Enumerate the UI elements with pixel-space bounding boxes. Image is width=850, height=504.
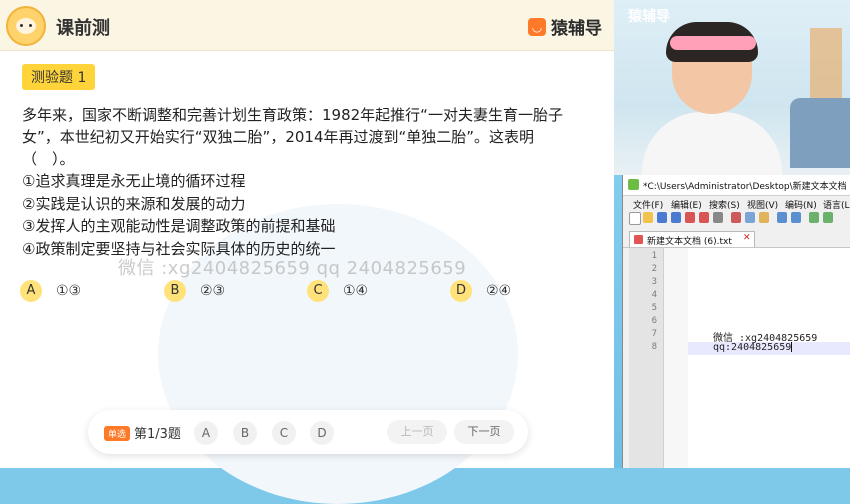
menu-search[interactable]: 搜索(S) (709, 198, 740, 211)
choice-b[interactable]: B ②③ (164, 280, 225, 302)
choice-a[interactable]: A ①③ (20, 280, 81, 302)
save-all-icon[interactable] (671, 212, 681, 223)
text-caret (791, 342, 793, 352)
teacher-hairband (670, 36, 756, 50)
tab-label: 新建文本文档 (6).txt (647, 237, 732, 247)
menu-view[interactable]: 视图(V) (747, 198, 778, 211)
save-icon[interactable] (657, 212, 667, 223)
line-number: 1 (651, 251, 657, 261)
statement-item: ②实践是认识的来源和发展的动力 (22, 194, 246, 213)
code-line-8-text: qq:2404825659 (713, 342, 792, 353)
choice-text: ②④ (486, 283, 512, 299)
text-editor-window: *C:\Users\Administrator\Desktop\新建文本文档 (… (622, 175, 850, 468)
statement-list: ①追求真理是永无止境的循环过程 ②实践是认识的来源和发展的动力 ③发挥人的主观能… (22, 170, 335, 260)
choice-letter: B (164, 280, 186, 302)
yuan-logo-icon: ◡ (528, 17, 546, 36)
quiz-panel: 课前测 ◡ 猿辅导 测验题 1 多年来，国家不断调整和完善计划生育政策：1982… (0, 0, 614, 504)
replace-icon[interactable] (823, 212, 833, 223)
background-shelf (810, 28, 842, 108)
menu-language[interactable]: 语言(L (823, 198, 850, 211)
answer-button-b[interactable]: B (233, 421, 257, 445)
watermark-text: 微信 :xg2404825659 qq 2404825659 (118, 258, 467, 279)
question-text: 多年来，国家不断调整和完善计划生育政策：1982年起推行“一对夫妻生育一胎子女”… (22, 106, 563, 168)
question-card: 测验题 1 多年来，国家不断调整和完善计划生育政策：1982年起推行“一对夫妻生… (8, 54, 606, 504)
choice-text: ②③ (200, 283, 226, 299)
menu-file[interactable]: 文件(F) (633, 198, 663, 211)
copy-icon[interactable] (745, 212, 755, 223)
answer-button-c[interactable]: C (272, 421, 296, 445)
new-file-icon[interactable] (629, 212, 641, 225)
next-page-button[interactable]: 下一页 (454, 420, 514, 444)
editor-tab-bar: 新建文本文档 (6).txt ✕ (623, 230, 850, 248)
teacher-body (642, 112, 782, 175)
mascot-avatar-icon (6, 6, 46, 46)
cut-icon[interactable] (731, 212, 741, 223)
close-tab-icon[interactable]: ✕ (743, 233, 751, 243)
find-icon[interactable] (809, 212, 819, 223)
unsaved-file-icon (634, 235, 643, 244)
question-type-badge: 单选 (104, 426, 131, 441)
brand-name: 猿辅导 (551, 19, 602, 39)
answer-button-a[interactable]: A (194, 421, 218, 445)
page-title: 课前测 (56, 18, 110, 39)
quiz-header: 课前测 ◡ 猿辅导 (0, 0, 614, 51)
redo-icon[interactable] (791, 212, 801, 223)
editor-title: *C:\Users\Administrator\Desktop\新建文本文档 ( (643, 182, 850, 192)
line-number: 5 (651, 303, 657, 313)
open-file-icon[interactable] (643, 212, 653, 223)
line-number: 8 (651, 342, 657, 352)
editor-toolbar (627, 212, 849, 226)
choice-c[interactable]: C ①④ (307, 280, 368, 302)
editor-menu-bar: 文件(F) 编辑(E) 搜索(S) 视图(V) 编码(N) 语言(L (623, 195, 850, 211)
choice-letter: D (450, 280, 472, 302)
line-number-gutter: 1 2 3 4 5 6 7 8 (629, 248, 664, 468)
code-line-8: qq:2404825659 (713, 342, 793, 353)
paste-icon[interactable] (759, 212, 769, 223)
video-logo: 猿辅导 (628, 9, 670, 25)
choice-letter: C (307, 280, 329, 302)
menu-edit[interactable]: 编辑(E) (671, 198, 702, 211)
editor-text-area[interactable]: 1 2 3 4 5 6 7 8 微信 :xg2404825659 qq:2404… (629, 248, 850, 468)
undo-icon[interactable] (777, 212, 787, 223)
choice-letter: A (20, 280, 42, 302)
teacher-video: 猿辅导 (614, 0, 850, 175)
print-icon[interactable] (713, 212, 723, 223)
prev-page-button[interactable]: 上一页 (387, 420, 447, 444)
answer-bar: 单选 第1/3题 A B C D 上一页 下一页 (88, 410, 528, 454)
answer-button-d[interactable]: D (310, 421, 334, 445)
brand: ◡ 猿辅导 (528, 14, 602, 39)
choice-text: ①④ (343, 283, 369, 299)
statement-item: ①追求真理是永无止境的循环过程 (22, 172, 246, 190)
fold-margin (664, 248, 688, 468)
question-tag: 测验题 1 (22, 64, 96, 90)
tab-new-text-document[interactable]: 新建文本文档 (6).txt ✕ (629, 231, 755, 247)
notepad-app-icon (628, 179, 639, 190)
line-number: 7 (651, 329, 657, 339)
line-number: 3 (651, 277, 657, 287)
close-file-icon[interactable] (685, 212, 695, 223)
statement-item: ③发挥人的主观能动性是调整政策的前提和基础 (22, 217, 336, 235)
choice-list: A ①③ B ②③ C ①④ D ②④ (20, 280, 580, 306)
line-number: 6 (651, 316, 657, 326)
editor-title-bar[interactable]: *C:\Users\Administrator\Desktop\新建文本文档 ( (623, 175, 850, 196)
choice-d[interactable]: D ②④ (450, 280, 511, 302)
close-all-icon[interactable] (699, 212, 709, 223)
question-progress: 第1/3题 (134, 427, 181, 442)
line-number: 4 (651, 290, 657, 300)
menu-encoding[interactable]: 编码(N) (785, 198, 817, 211)
background-sofa (790, 98, 850, 168)
choice-text: ①③ (56, 283, 82, 299)
line-number: 2 (651, 264, 657, 274)
